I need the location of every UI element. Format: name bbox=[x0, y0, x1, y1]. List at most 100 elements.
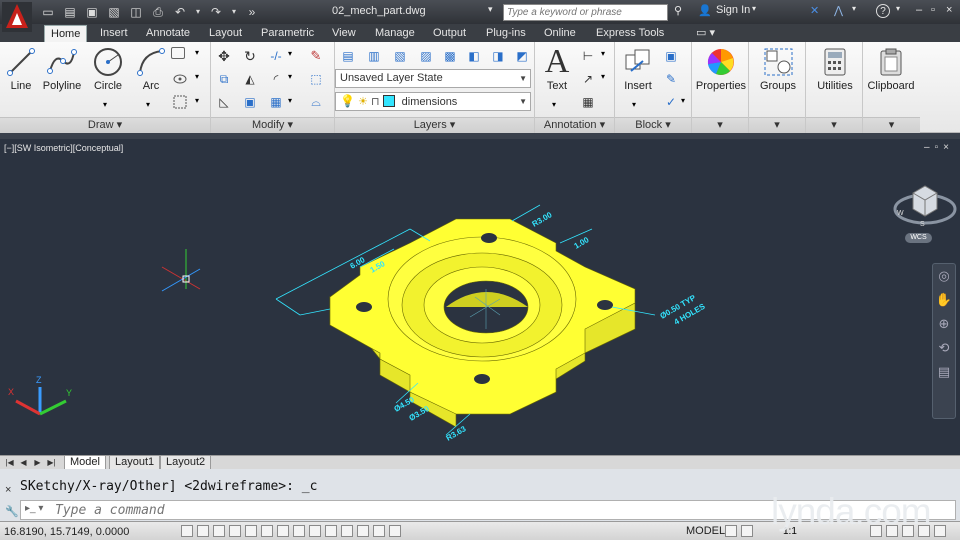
recent-commands-icon[interactable]: ▸_ ▾ bbox=[25, 503, 43, 514]
open-folder-icon[interactable]: ▤ bbox=[62, 4, 78, 20]
save-as-icon[interactable]: ▧ bbox=[106, 4, 122, 20]
lineweight-icon[interactable] bbox=[341, 525, 353, 537]
rectangle-dropdown-icon[interactable]: ▾ bbox=[195, 48, 199, 57]
snap-mode-icon[interactable] bbox=[197, 525, 209, 537]
3d-object-snap-icon[interactable] bbox=[277, 525, 289, 537]
layer-off-icon[interactable]: ◧ bbox=[465, 47, 483, 65]
steering-wheel-icon[interactable]: ◎ bbox=[933, 264, 955, 288]
fillet-dropdown-icon[interactable]: ▾ bbox=[288, 72, 292, 81]
annotation-panel-title[interactable]: Annotation ▾ bbox=[535, 117, 614, 133]
tab-insert[interactable]: Insert bbox=[94, 25, 134, 42]
gradient-icon[interactable] bbox=[171, 93, 189, 111]
sign-in-dropdown-icon[interactable]: ▾ bbox=[752, 4, 756, 13]
hatch-dropdown-icon[interactable]: ▾ bbox=[195, 72, 199, 81]
offset-icon[interactable]: ⌓ bbox=[307, 93, 325, 111]
dynamic-input-icon[interactable] bbox=[325, 525, 337, 537]
layer-freeze-icon[interactable]: ▩ bbox=[441, 47, 459, 65]
help-icon[interactable]: ? bbox=[876, 4, 890, 18]
a360-dropdown-icon[interactable]: ▾ bbox=[852, 4, 856, 13]
layer-isolate-icon[interactable]: ▧ bbox=[391, 47, 409, 65]
table-icon[interactable]: ▦ bbox=[579, 93, 597, 111]
exchange-x-icon[interactable]: ✕ bbox=[810, 4, 819, 17]
groups-panel-expander[interactable]: ▾ bbox=[749, 117, 805, 133]
sign-in-link[interactable]: Sign In bbox=[716, 4, 750, 16]
polar-tracking-icon[interactable] bbox=[245, 525, 257, 537]
pan-icon[interactable]: ✋ bbox=[933, 288, 955, 312]
layer-state-dropdown[interactable]: Unsaved Layer State ▼ bbox=[335, 69, 531, 88]
tab-plug-ins[interactable]: Plug-ins bbox=[480, 25, 532, 42]
tab-layout2[interactable]: Layout2 bbox=[160, 456, 212, 470]
last-layout-icon[interactable]: ▶| bbox=[46, 457, 57, 468]
fillet-icon[interactable]: ◜ bbox=[267, 70, 285, 88]
rotate-icon[interactable]: ↻ bbox=[241, 47, 259, 65]
draw-more-dropdown-icon[interactable]: ▾ bbox=[195, 96, 199, 105]
tab-layout1[interactable]: Layout1 bbox=[109, 456, 161, 470]
close-icon[interactable]: × bbox=[946, 4, 952, 16]
tab-express-tools[interactable]: Express Tools bbox=[590, 25, 670, 42]
stretch-icon[interactable]: ◺ bbox=[215, 93, 233, 111]
showmotion-icon[interactable]: ▤ bbox=[933, 360, 955, 384]
tab-output[interactable]: Output bbox=[427, 25, 472, 42]
polyline-button[interactable]: Polyline bbox=[40, 44, 84, 92]
scale-icon[interactable]: ▣ bbox=[241, 93, 259, 111]
layer-lock-icon[interactable]: ◨ bbox=[489, 47, 507, 65]
arc-button[interactable]: Arc bbox=[133, 44, 169, 92]
quick-properties-icon[interactable] bbox=[373, 525, 385, 537]
layers-panel-title[interactable]: Layers ▾ bbox=[335, 117, 534, 133]
rectangle-icon[interactable] bbox=[171, 47, 185, 59]
layer-states-icon[interactable]: ▥ bbox=[365, 47, 383, 65]
help-dropdown-icon[interactable]: ▾ bbox=[896, 4, 900, 13]
tab-home[interactable]: Home bbox=[44, 25, 88, 42]
undo-icon[interactable]: ↶ bbox=[172, 4, 188, 20]
object-snap-tracking-icon[interactable] bbox=[293, 525, 305, 537]
new-file-icon[interactable]: ▭ bbox=[40, 4, 56, 20]
trim-icon[interactable]: -/- bbox=[267, 47, 285, 65]
create-block-icon[interactable]: ▣ bbox=[662, 47, 680, 65]
user-icon[interactable]: 👤 bbox=[698, 4, 712, 17]
application-menu-icon[interactable] bbox=[2, 2, 32, 32]
tab-layout[interactable]: Layout bbox=[203, 25, 248, 42]
groups-button[interactable]: Groups bbox=[750, 44, 806, 92]
clean-screen-icon[interactable] bbox=[934, 525, 946, 537]
search-box[interactable] bbox=[503, 4, 668, 21]
restore-icon[interactable]: ▫ bbox=[931, 4, 935, 16]
quick-view-layouts-icon[interactable] bbox=[725, 525, 737, 537]
prev-layout-icon[interactable]: ◀ bbox=[18, 457, 29, 468]
title-dropdown-icon[interactable]: ▾ bbox=[488, 4, 493, 15]
zoom-extents-icon[interactable]: ⊕ bbox=[933, 312, 955, 336]
redo-dropdown-icon[interactable]: ▾ bbox=[230, 4, 238, 20]
web-mobile-icon[interactable]: ◫ bbox=[128, 4, 144, 20]
print-icon[interactable]: ⎙ bbox=[150, 4, 166, 20]
circle-dropdown-icon[interactable]: ▾ bbox=[103, 100, 107, 109]
undo-dropdown-icon[interactable]: ▾ bbox=[194, 4, 202, 20]
transparency-icon[interactable] bbox=[357, 525, 369, 537]
trim-dropdown-icon[interactable]: ▾ bbox=[288, 49, 292, 58]
selection-cycling-icon[interactable] bbox=[389, 525, 401, 537]
binoculars-icon[interactable]: ⚲ bbox=[674, 4, 682, 17]
array-icon[interactable]: ▦ bbox=[267, 93, 285, 111]
ortho-mode-icon[interactable] bbox=[229, 525, 241, 537]
hatch-icon[interactable] bbox=[171, 70, 189, 88]
erase-icon[interactable]: ✎ bbox=[307, 47, 325, 65]
wcs-menu[interactable]: WCS bbox=[905, 233, 932, 243]
leader-dropdown-icon[interactable]: ▾ bbox=[601, 72, 605, 81]
qat-more-icon[interactable]: » bbox=[244, 4, 260, 20]
tab-model[interactable]: Model bbox=[64, 456, 106, 470]
infer-constraints-icon[interactable] bbox=[181, 525, 193, 537]
autodesk-a360-icon[interactable]: ⋀ bbox=[834, 4, 843, 17]
search-input[interactable] bbox=[504, 5, 667, 20]
orbit-icon[interactable]: ⟲ bbox=[933, 336, 955, 360]
linear-dimension-icon[interactable]: ⊢ bbox=[579, 47, 597, 65]
ribbon-minimize-toggle[interactable]: ▭ ▾ bbox=[690, 25, 721, 42]
redo-icon[interactable]: ↷ bbox=[208, 4, 224, 20]
viewcube[interactable]: S W bbox=[893, 173, 957, 235]
move-icon[interactable]: ✥ bbox=[215, 47, 233, 65]
layer-unisolate-icon[interactable]: ▨ bbox=[417, 47, 435, 65]
text-dropdown-icon[interactable]: ▾ bbox=[552, 100, 556, 109]
drawing-viewport[interactable]: [−][SW Isometric][Conceptual] –▫× 6.00 1… bbox=[0, 139, 960, 455]
tab-online[interactable]: Online bbox=[538, 25, 582, 42]
attributes-dropdown-icon[interactable]: ▾ bbox=[681, 96, 685, 105]
insert-button[interactable]: Insert bbox=[618, 44, 658, 92]
tab-view[interactable]: View bbox=[326, 25, 362, 42]
properties-button[interactable]: Properties bbox=[693, 44, 749, 92]
